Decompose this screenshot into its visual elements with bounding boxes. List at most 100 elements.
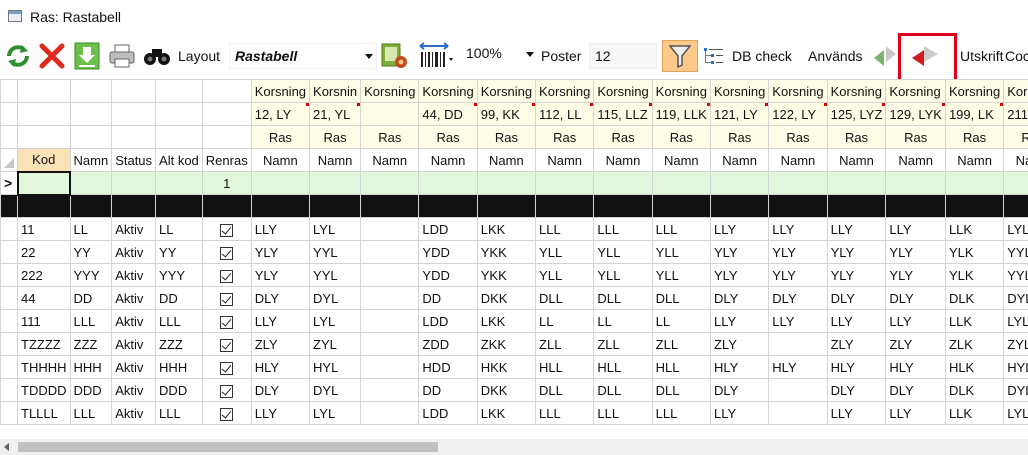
- horizontal-scrollbar[interactable]: [0, 439, 1028, 455]
- cross-value-cell[interactable]: YKK: [476, 263, 537, 287]
- cross-value-cell[interactable]: HLY: [885, 355, 946, 379]
- column-header-namn[interactable]: Namn: [885, 148, 946, 172]
- renras-cell[interactable]: [201, 332, 252, 356]
- cross-value-cell[interactable]: YLY: [768, 240, 828, 264]
- cross-value-cell[interactable]: DLL: [651, 286, 711, 310]
- cross-value-cell[interactable]: LDD: [418, 401, 478, 425]
- cross-value-cell[interactable]: YLK: [944, 240, 1005, 264]
- status-cell[interactable]: Aktiv: [111, 355, 157, 379]
- column-header-namn[interactable]: Namn: [250, 148, 311, 172]
- filter-kod-cell[interactable]: [16, 170, 71, 196]
- namn-cell[interactable]: LLL: [69, 309, 113, 333]
- cross-value-cell[interactable]: DLY: [885, 378, 946, 402]
- download-icon[interactable]: [74, 38, 100, 74]
- altkod-cell[interactable]: LL: [155, 217, 203, 241]
- cross-value-cell[interactable]: YDD: [418, 240, 478, 264]
- cross-value-cell[interactable]: YDD: [418, 263, 478, 287]
- status-cell[interactable]: Aktiv: [111, 309, 157, 333]
- column-header-alt-kod[interactable]: Alt kod: [155, 148, 203, 172]
- column-header-namn[interactable]: Namn: [826, 148, 887, 172]
- cross-value-cell[interactable]: HYL: [309, 355, 362, 379]
- cross-value-cell[interactable]: HLY: [250, 355, 311, 379]
- filter-altkod-cell[interactable]: [155, 171, 203, 195]
- cross-value-cell[interactable]: LLY: [885, 217, 946, 241]
- status-cell[interactable]: Aktiv: [111, 240, 157, 264]
- cross-value-cell[interactable]: [360, 309, 420, 333]
- cross-value-cell[interactable]: ZLK: [944, 332, 1005, 356]
- crossing-header[interactable]: Korsning: [593, 79, 653, 103]
- namn-cell[interactable]: DD: [69, 286, 113, 310]
- cross-value-cell[interactable]: YLK: [944, 263, 1005, 287]
- cross-value-cell[interactable]: ZLY: [885, 332, 946, 356]
- crossing-sub-header[interactable]: 125, LYZ: [826, 102, 887, 126]
- crossing-sub-header[interactable]: 119, LLK: [651, 102, 711, 126]
- crossing-header[interactable]: Korsning: [709, 79, 770, 103]
- cross-value-cell[interactable]: YLY: [826, 263, 887, 287]
- crossing-sub-header[interactable]: 99, KK: [476, 102, 537, 126]
- cross-value-cell[interactable]: ZLY: [826, 332, 887, 356]
- row-header-cell[interactable]: [0, 309, 18, 333]
- altkod-cell[interactable]: YY: [155, 240, 203, 264]
- cross-value-cell[interactable]: [360, 378, 420, 402]
- filter-cell[interactable]: [709, 171, 770, 195]
- cross-value-cell[interactable]: YLY: [885, 240, 946, 264]
- cross-value-cell[interactable]: LYL: [309, 309, 362, 333]
- cross-value-cell[interactable]: DLY: [250, 286, 311, 310]
- crossing-sub-header[interactable]: 211, YLL: [1003, 102, 1028, 126]
- cross-value-cell[interactable]: LLL: [535, 401, 595, 425]
- arrows-disabled-icon[interactable]: [872, 38, 898, 74]
- cross-value-cell[interactable]: DYL: [309, 378, 362, 402]
- cross-value-cell[interactable]: YLY: [250, 263, 311, 287]
- crossing-header[interactable]: Korsning: [944, 79, 1005, 103]
- renras-cell[interactable]: [201, 217, 252, 241]
- renras-checkbox[interactable]: [220, 223, 234, 237]
- renras-checkbox[interactable]: [220, 292, 234, 306]
- filter-cell[interactable]: [768, 171, 828, 195]
- renras-checkbox[interactable]: [220, 384, 234, 398]
- filter-namn-cell[interactable]: [69, 171, 113, 195]
- cross-value-cell[interactable]: LLK: [944, 309, 1005, 333]
- kod-cell[interactable]: 11: [17, 217, 71, 241]
- cross-value-cell[interactable]: LYL: [1003, 309, 1028, 333]
- cross-value-cell[interactable]: ZKK: [476, 332, 537, 356]
- kod-cell[interactable]: 222: [17, 263, 71, 287]
- filter-renras-cell[interactable]: 1: [201, 171, 252, 195]
- cross-value-cell[interactable]: LDD: [418, 217, 478, 241]
- crossing-sub-header[interactable]: 122, LY: [768, 102, 828, 126]
- cross-value-cell[interactable]: YLL: [593, 240, 653, 264]
- cross-value-cell[interactable]: LLY: [250, 217, 311, 241]
- renras-cell[interactable]: [201, 355, 252, 379]
- ras-header[interactable]: Ras: [418, 125, 478, 149]
- altkod-cell[interactable]: HHH: [155, 355, 203, 379]
- renras-checkbox[interactable]: [220, 361, 234, 375]
- crossing-sub-header[interactable]: 129, LYK: [885, 102, 946, 126]
- tree-icon[interactable]: [702, 38, 724, 74]
- filter-cell[interactable]: [944, 171, 1005, 195]
- filter-cell[interactable]: [535, 171, 595, 195]
- cross-value-cell[interactable]: DYL: [1003, 378, 1028, 402]
- cross-value-cell[interactable]: HKK: [476, 355, 537, 379]
- cross-value-cell[interactable]: DLY: [768, 286, 828, 310]
- crossing-header[interactable]: Korsnin: [309, 79, 362, 103]
- cross-value-cell[interactable]: LLL: [535, 217, 595, 241]
- cross-value-cell[interactable]: HDD: [418, 355, 478, 379]
- cross-value-cell[interactable]: ZLY: [709, 332, 770, 356]
- renras-checkbox[interactable]: [220, 269, 234, 283]
- column-header-namn[interactable]: Namn: [1003, 148, 1028, 172]
- cross-value-cell[interactable]: HLY: [826, 355, 887, 379]
- column-header-namn[interactable]: Namn: [768, 148, 828, 172]
- cross-value-cell[interactable]: [360, 355, 420, 379]
- kod-cell[interactable]: 44: [17, 286, 71, 310]
- cross-value-cell[interactable]: YYL: [309, 263, 362, 287]
- cross-value-cell[interactable]: LLY: [250, 309, 311, 333]
- cross-value-cell[interactable]: LLY: [768, 309, 828, 333]
- scrollbar-thumb[interactable]: [18, 442, 438, 452]
- cross-value-cell[interactable]: HYL: [1003, 355, 1028, 379]
- cross-value-cell[interactable]: HLY: [768, 355, 828, 379]
- refresh-icon[interactable]: [4, 38, 32, 74]
- cross-value-cell[interactable]: LYL: [309, 217, 362, 241]
- crossing-header[interactable]: Korsning: [885, 79, 946, 103]
- scroll-left-icon[interactable]: [4, 443, 9, 451]
- filter-cell[interactable]: [418, 171, 478, 195]
- cross-value-cell[interactable]: YLY: [250, 240, 311, 264]
